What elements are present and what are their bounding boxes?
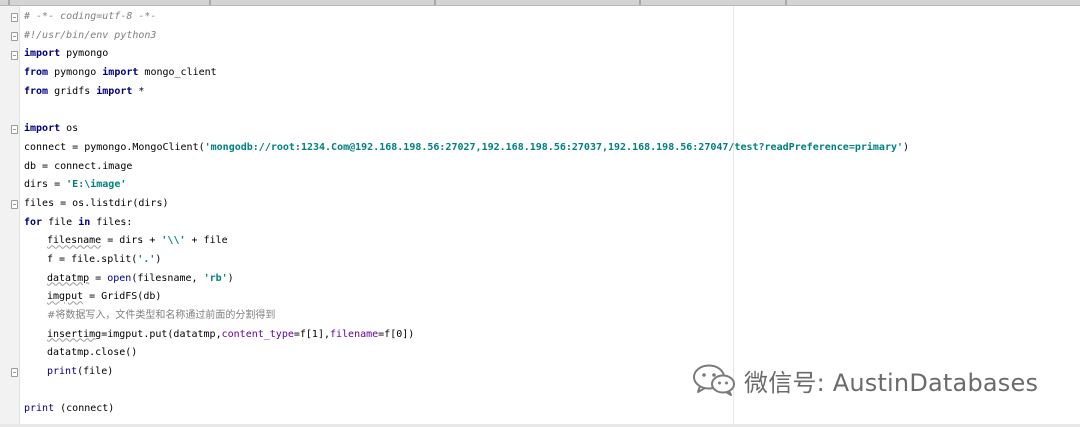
code-token: import: [96, 85, 133, 97]
watermark-text: 微信号: AustinDatabases: [744, 368, 1039, 397]
code-token: gridfs: [48, 85, 97, 97]
code-line[interactable]: f = file.split('.'): [24, 251, 909, 270]
code-token: =f[0]): [378, 328, 415, 340]
code-token: connect = pymongo.MongoClient(: [24, 141, 205, 153]
code-line[interactable]: insertimg=imgput.put(datatmp,content_typ…: [24, 326, 909, 345]
tab-separator: [785, 0, 787, 5]
code-token: #将数据写入，文件类型和名称通过前面的分割得到: [47, 310, 276, 321]
code-token: files:: [90, 216, 133, 228]
code-token: 'E:\image': [66, 179, 127, 191]
code-token: datatmp: [47, 272, 90, 284]
code-line[interactable]: connect = pymongo.MongoClient('mongodb:/…: [24, 139, 909, 158]
code-line[interactable]: #将数据写入，文件类型和名称通过前面的分割得到: [24, 307, 909, 326]
code-token: '.': [137, 253, 156, 265]
code-line[interactable]: from pymongo import mongo_client: [24, 64, 909, 83]
code-token: file: [42, 216, 79, 228]
code-token: print: [47, 366, 78, 378]
code-line[interactable]: db = connect.image: [24, 158, 909, 177]
code-token: (filesname,: [131, 272, 204, 284]
code-token: =: [89, 272, 108, 284]
code-token: ): [155, 253, 162, 265]
code-token: # -*- coding=utf-8 -*-: [24, 11, 157, 22]
code-token: = dirs +: [101, 235, 162, 247]
code-token: 'rb': [203, 272, 228, 284]
code-token: print: [24, 403, 55, 415]
editor-gutter[interactable]: [0, 6, 20, 427]
code-token: from: [24, 67, 49, 79]
code-token: (file): [77, 366, 114, 378]
code-token: dirs =: [24, 179, 67, 191]
code-token: pymongo: [60, 48, 109, 60]
code-token: f = file.split(: [47, 253, 138, 265]
code-token: filename: [329, 328, 379, 340]
fold-marker-icon[interactable]: [11, 125, 18, 134]
code-token: *: [132, 85, 145, 97]
code-line[interactable]: import os: [24, 120, 909, 139]
code-token: datatmp.close(): [47, 347, 138, 359]
fold-marker-icon[interactable]: [11, 200, 18, 209]
fold-marker-icon[interactable]: [11, 368, 18, 377]
code-line[interactable]: filesname = dirs + '\\' + file: [24, 232, 909, 251]
code-token: = GridFS(db): [83, 291, 162, 303]
code-token: insertimg: [47, 328, 102, 340]
code-token: import: [24, 48, 61, 60]
tab-separator: [639, 0, 641, 5]
code-line[interactable]: for file in files:: [24, 214, 909, 233]
wechat-icon: [693, 364, 735, 396]
code-line[interactable]: #!/usr/bin/env python3: [24, 27, 909, 46]
code-token: os: [60, 123, 79, 135]
watermark: 微信号: AustinDatabases: [692, 360, 1038, 400]
code-token: ): [903, 141, 910, 153]
editor-tab-bar: [0, 0, 1080, 6]
code-line[interactable]: from gridfs import *: [24, 83, 909, 102]
fold-marker-icon[interactable]: [11, 51, 18, 60]
code-token: =imgput.put(datatmp,: [101, 328, 222, 340]
tab-separator: [8, 0, 10, 5]
code-token: filesname: [47, 235, 102, 247]
code-line[interactable]: # -*- coding=utf-8 -*-: [24, 8, 909, 27]
code-token: content_type: [221, 328, 294, 340]
code-token: (connect): [54, 403, 115, 415]
code-token: in: [78, 216, 91, 228]
code-line[interactable]: dirs = 'E:\image': [24, 176, 909, 195]
tab-separator: [209, 0, 211, 5]
code-token: import: [102, 67, 139, 79]
code-line[interactable]: files = os.listdir(dirs): [24, 195, 909, 214]
fold-marker-icon[interactable]: [11, 13, 18, 22]
code-token: for: [24, 216, 43, 228]
code-line[interactable]: datatmp = open(filesname, 'rb'): [24, 270, 909, 289]
code-token: import: [24, 123, 61, 135]
code-token: 'mongodb://root:1234.Com@192.168.198.56:…: [204, 141, 904, 153]
fold-marker-icon[interactable]: [11, 32, 18, 41]
code-token: from: [24, 85, 49, 97]
code-editor[interactable]: # -*- coding=utf-8 -*- #!/usr/bin/env pyt…: [24, 8, 909, 419]
code-token: imgput: [47, 291, 84, 303]
code-token: + file: [185, 235, 228, 247]
code-token: open: [107, 272, 132, 284]
code-line[interactable]: print (connect): [24, 400, 909, 419]
code-token: pymongo: [48, 67, 103, 79]
code-line[interactable]: imgput = GridFS(db): [24, 288, 909, 307]
code-token: ): [227, 272, 234, 284]
code-token: db = connect.image: [24, 160, 133, 172]
code-line[interactable]: import pymongo: [24, 45, 909, 64]
code-token: =f[1],: [293, 328, 330, 340]
code-line[interactable]: [24, 101, 909, 120]
code-token: files = os.listdir(dirs): [24, 197, 169, 209]
code-token: #!/usr/bin/env python3: [24, 29, 157, 41]
tab-separator: [434, 0, 436, 5]
code-token: mongo_client: [138, 67, 217, 79]
code-token: '\\': [161, 235, 186, 247]
